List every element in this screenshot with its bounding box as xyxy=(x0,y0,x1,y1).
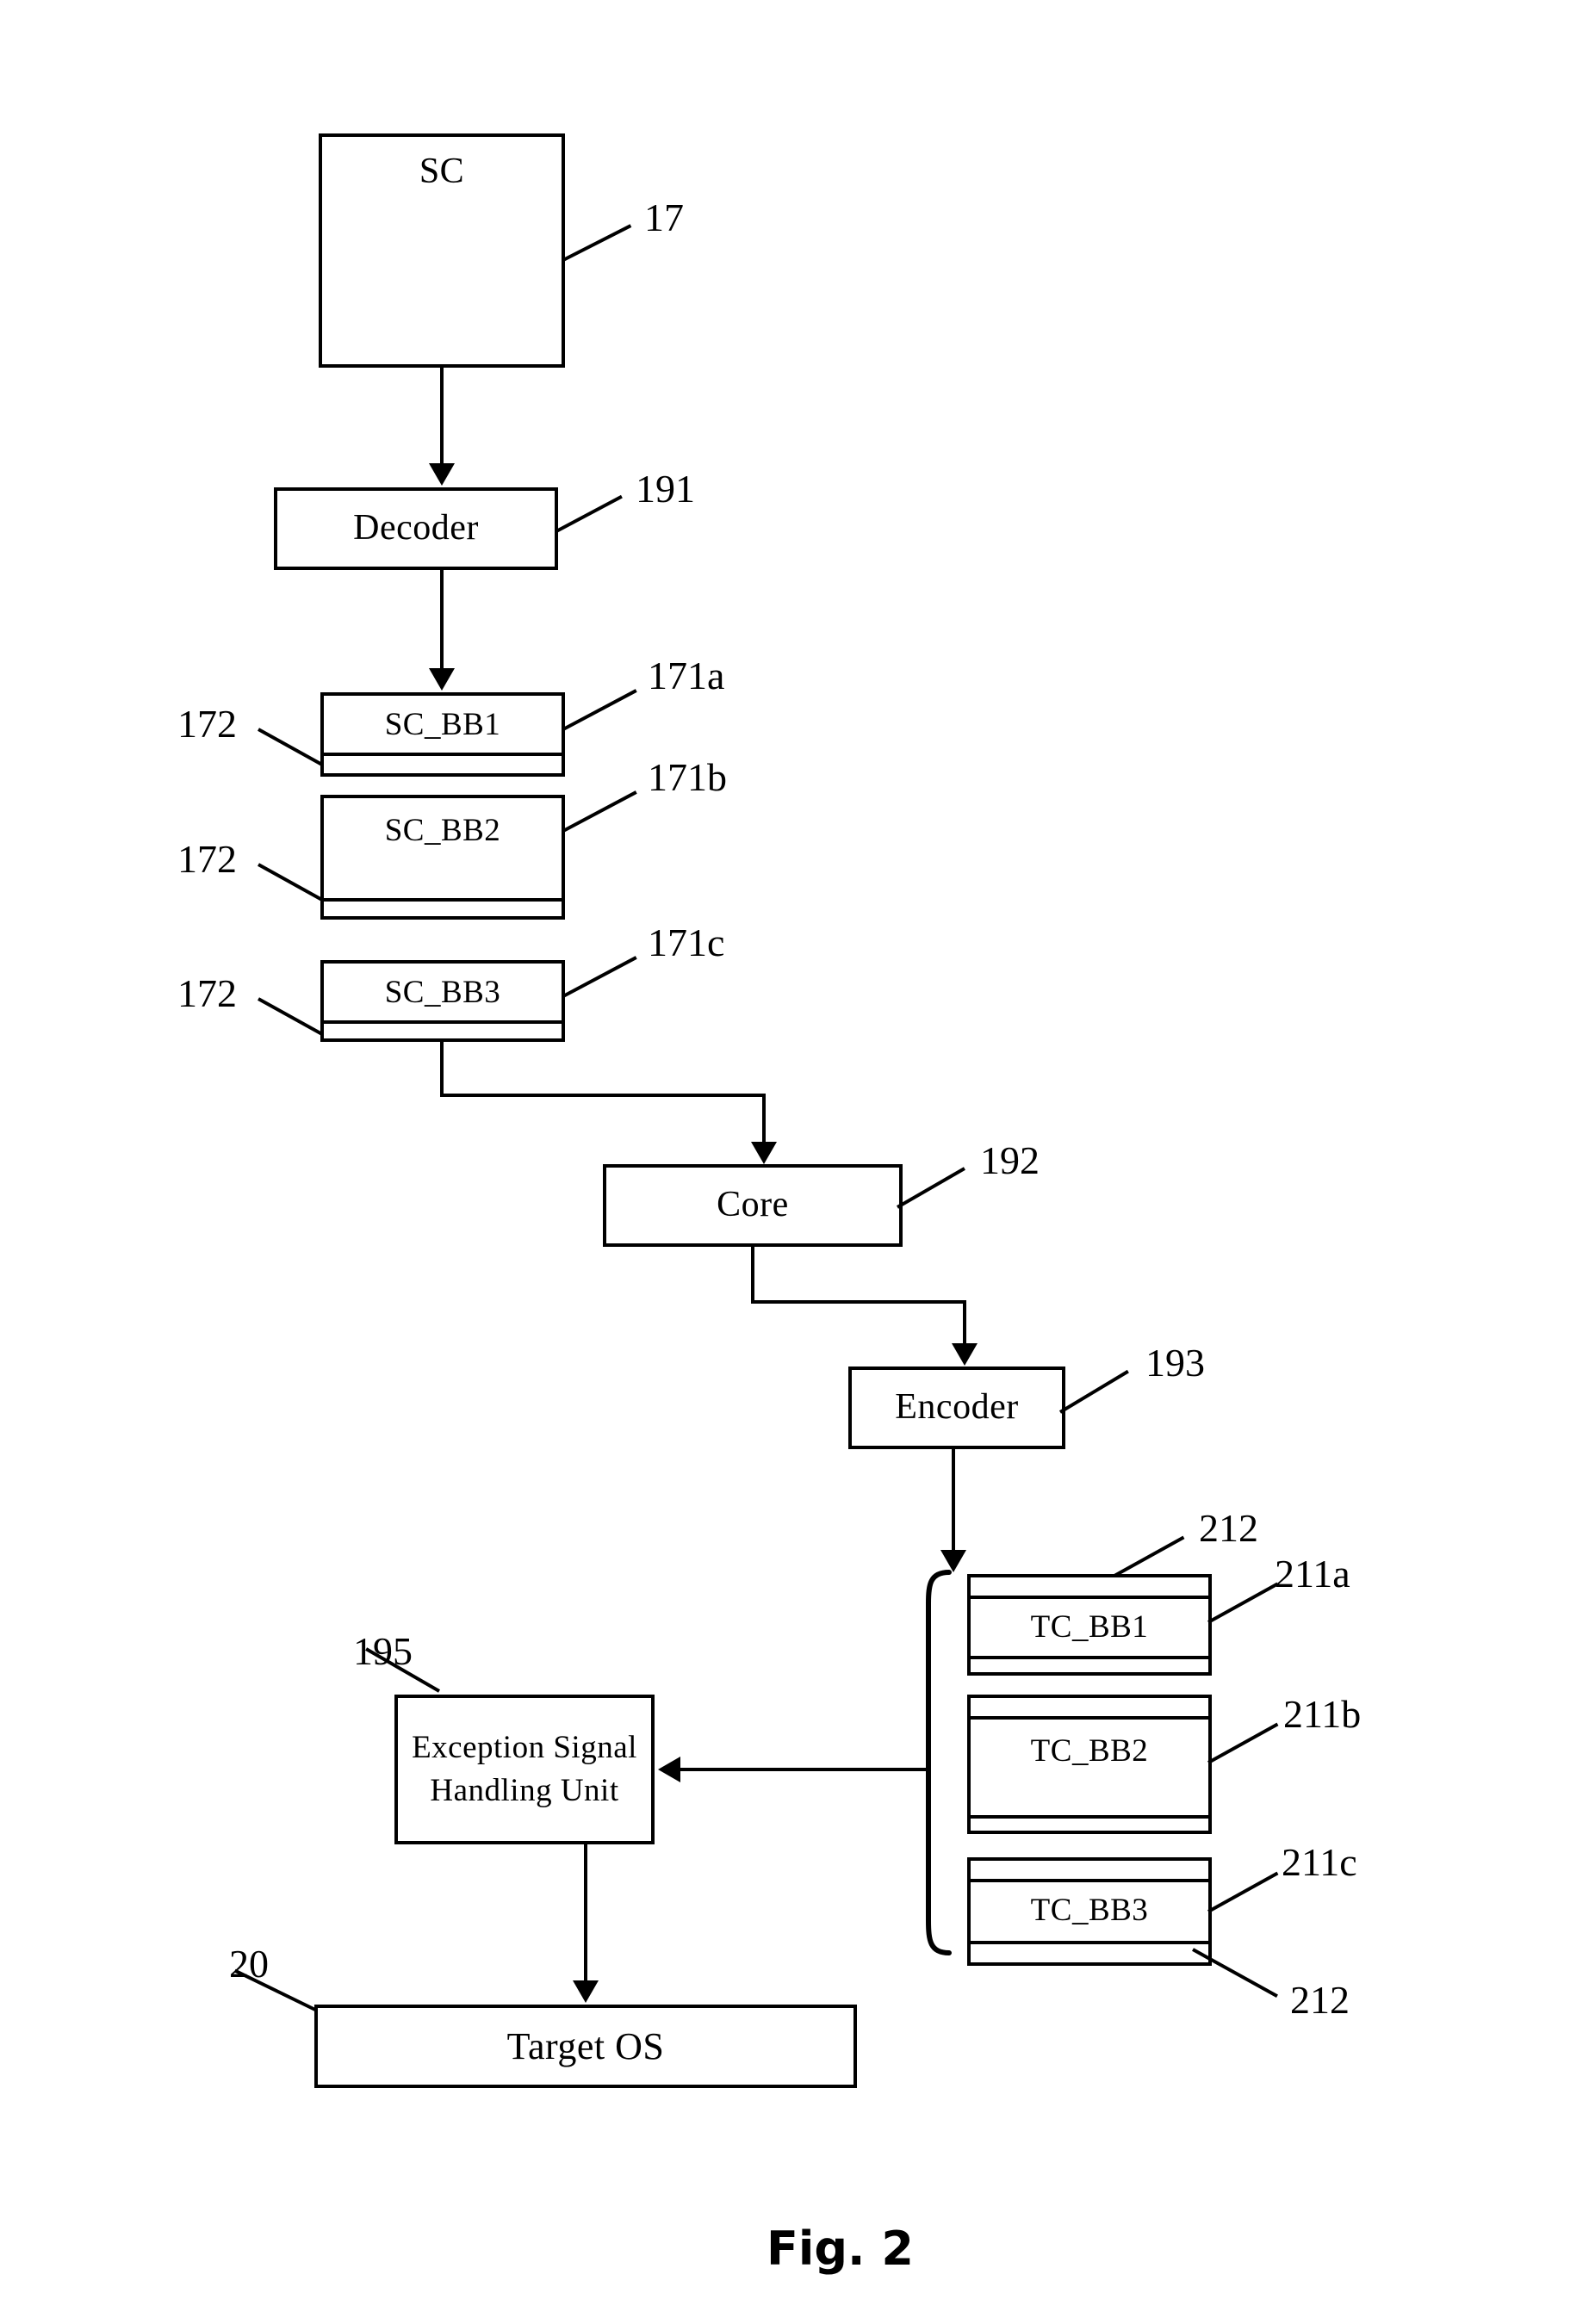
arrowhead-eshu-to-target-os xyxy=(573,1980,599,2003)
leader-212-bottom xyxy=(1192,1948,1278,1999)
leader-17 xyxy=(562,224,632,262)
connector-decoder-to-scbb1 xyxy=(440,570,444,670)
block-sc-bb2-label: SC_BB2 xyxy=(384,813,501,848)
ref-171c: 171c xyxy=(648,920,725,964)
leader-171a xyxy=(562,689,637,731)
ref-172-c: 172 xyxy=(177,971,237,1015)
connector-core-right xyxy=(751,1300,966,1304)
leader-172-b xyxy=(258,863,323,902)
leader-211b xyxy=(1207,1722,1279,1764)
leader-171c xyxy=(562,956,637,998)
block-exception-signal-handling-unit: Exception Signal Handling Unit xyxy=(394,1695,655,1844)
block-tc-bb3-label: TC_BB3 xyxy=(1030,1893,1149,1928)
figure-caption: Fig. 2 xyxy=(767,2222,914,2276)
block-tc-bb2: TC_BB2 xyxy=(967,1695,1212,1834)
block-decoder-label: Decoder xyxy=(353,508,479,548)
ref-195: 195 xyxy=(353,1629,413,1673)
connector-to-encoder-down xyxy=(963,1300,966,1345)
block-sc-bb3-label: SC_BB3 xyxy=(384,975,501,1010)
leader-192 xyxy=(897,1167,965,1209)
connector-brace-to-eshu xyxy=(680,1768,930,1771)
block-tc-bb2-top-divider xyxy=(967,1716,1212,1720)
block-tc-bb3: TC_BB3 xyxy=(967,1857,1212,1966)
block-core-label: Core xyxy=(717,1185,789,1225)
block-sc-bb1-label: SC_BB1 xyxy=(384,707,501,742)
block-target-os: Target OS xyxy=(314,2005,857,2088)
arrowhead-to-core xyxy=(751,1142,777,1164)
ref-193: 193 xyxy=(1145,1341,1205,1385)
block-tc-bb1: TC_BB1 xyxy=(967,1574,1212,1676)
block-eshu-label-line2: Handling Unit xyxy=(430,1773,619,1808)
block-tc-bb2-bottom-divider xyxy=(967,1815,1212,1819)
block-sc-bb1-divider xyxy=(320,753,565,756)
leader-211a xyxy=(1207,1582,1279,1624)
ref-17: 17 xyxy=(644,195,684,239)
connector-eshu-to-target-os xyxy=(584,1844,587,1982)
block-tc-bb3-top-divider xyxy=(967,1879,1212,1882)
block-tc-bb1-bottom-divider xyxy=(967,1656,1212,1659)
connector-sc-to-decoder xyxy=(440,366,444,465)
block-decoder: Decoder xyxy=(274,487,558,570)
block-sc-bb1: SC_BB1 xyxy=(320,692,565,777)
leader-193 xyxy=(1058,1369,1129,1414)
block-sc-label: SC xyxy=(419,152,465,191)
leader-172-c xyxy=(258,997,323,1036)
leader-211c xyxy=(1207,1871,1279,1913)
arrowhead-to-encoder xyxy=(952,1343,978,1366)
connector-scbb3-right xyxy=(440,1094,766,1097)
tc-group-brace xyxy=(926,1570,952,1955)
block-tc-bb2-label: TC_BB2 xyxy=(1030,1733,1149,1769)
connector-encoder-to-tcbb1 xyxy=(952,1449,955,1551)
ref-192: 192 xyxy=(980,1138,1040,1182)
block-sc-bb2-divider xyxy=(320,898,565,902)
leader-171b xyxy=(562,790,637,833)
ref-211c: 211c xyxy=(1282,1840,1357,1884)
leader-212-top xyxy=(1114,1535,1185,1577)
figure-canvas: SC 17 Decoder 191 SC_BB1 171a 172 SC_BB2… xyxy=(0,0,1589,2324)
block-sc-bb3-divider xyxy=(320,1020,565,1024)
arrowhead-decoder-to-scbb1 xyxy=(429,668,455,691)
block-encoder-label: Encoder xyxy=(895,1387,1019,1428)
ref-211b: 211b xyxy=(1283,1692,1362,1736)
ref-171a: 171a xyxy=(648,654,725,697)
block-core: Core xyxy=(603,1164,903,1247)
block-eshu-label-line1: Exception Signal xyxy=(412,1730,637,1766)
ref-212-top: 212 xyxy=(1199,1506,1258,1550)
block-sc-bb3: SC_BB3 xyxy=(320,960,565,1042)
connector-scbb3-down xyxy=(440,1042,444,1097)
connector-core-down xyxy=(751,1247,754,1304)
arrowhead-brace-to-eshu xyxy=(658,1757,680,1782)
ref-171b: 171b xyxy=(648,755,727,799)
ref-191: 191 xyxy=(636,467,695,511)
ref-212-bottom: 212 xyxy=(1290,1978,1350,2022)
leader-191 xyxy=(556,494,623,533)
ref-20: 20 xyxy=(229,1942,269,1986)
ref-211a: 211a xyxy=(1275,1552,1350,1596)
block-tc-bb3-bottom-divider xyxy=(967,1941,1212,1944)
arrowhead-sc-to-decoder xyxy=(429,463,455,486)
ref-172-b: 172 xyxy=(177,837,237,881)
block-encoder: Encoder xyxy=(848,1367,1065,1449)
block-sc: SC xyxy=(319,133,565,368)
leader-172-a xyxy=(258,728,323,766)
block-tc-bb1-top-divider xyxy=(967,1596,1212,1599)
block-sc-bb2: SC_BB2 xyxy=(320,795,565,920)
block-target-os-label: Target OS xyxy=(506,2024,665,2067)
ref-172-a: 172 xyxy=(177,702,237,746)
block-tc-bb1-label: TC_BB1 xyxy=(1030,1609,1149,1645)
connector-to-core-down xyxy=(762,1094,766,1143)
